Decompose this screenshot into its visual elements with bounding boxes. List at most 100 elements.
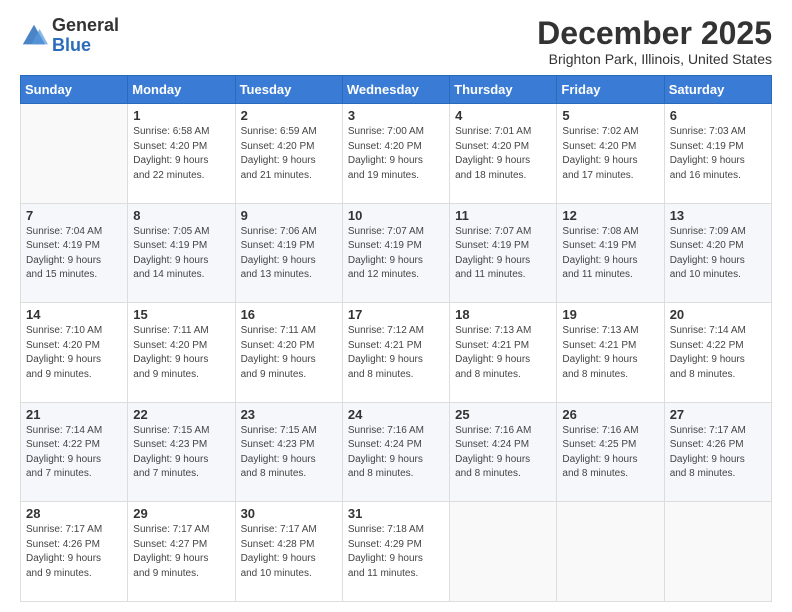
cell-info: Sunrise: 7:09 AM Sunset: 4:20 PM Dayligh…	[670, 225, 766, 283]
day-number: 6	[670, 108, 766, 123]
calendar-cell: 21Sunrise: 7:14 AM Sunset: 4:22 PM Dayli…	[21, 402, 128, 502]
calendar-cell: 31 Sunrise: 7:18 AM Sunset: 4:29 PM Dayli…	[342, 502, 449, 602]
day-number: 23	[241, 407, 337, 422]
cell-info: Sunrise: 7:13 AM Sunset: 4:21 PM Dayligh…	[455, 324, 551, 382]
cell-info: Sunrise: 7:15 AM Sunset: 4:23 PM Dayligh…	[133, 424, 229, 482]
location: Brighton Park, Illinois, United States	[537, 51, 772, 67]
calendar-cell	[664, 502, 771, 602]
cell-info: Sunrise: 6:59 AM Sunset: 4:20 PM Dayligh…	[241, 125, 337, 183]
day-number: 28	[26, 506, 122, 521]
cell-info: Sunrise: 7:05 AM Sunset: 4:19 PM Dayligh…	[133, 225, 229, 283]
logo-general-text: General	[52, 15, 119, 35]
day-number: 14	[26, 307, 122, 322]
day-number: 8	[133, 208, 229, 223]
calendar-cell: 5 Sunrise: 7:02 AM Sunset: 4:20 PM Daylig…	[557, 104, 664, 204]
day-number: 15	[133, 307, 229, 322]
cell-info: Sunrise: 7:18 AM Sunset: 4:29 PM Dayligh…	[348, 523, 444, 581]
day-number: 10	[348, 208, 444, 223]
day-number: 7	[26, 208, 122, 223]
calendar-cell: 30Sunrise: 7:17 AM Sunset: 4:28 PM Dayli…	[235, 502, 342, 602]
calendar-cell: 4 Sunrise: 7:01 AM Sunset: 4:20 PM Daylig…	[450, 104, 557, 204]
calendar-week-row: 7Sunrise: 7:04 AM Sunset: 4:19 PM Daylig…	[21, 203, 772, 303]
calendar-cell: 25 Sunrise: 7:16 AM Sunset: 4:24 PM Dayli…	[450, 402, 557, 502]
day-number: 27	[670, 407, 766, 422]
day-number: 31	[348, 506, 444, 521]
calendar-cell: 13Sunrise: 7:09 AM Sunset: 4:20 PM Dayli…	[664, 203, 771, 303]
cell-info: Sunrise: 7:00 AM Sunset: 4:20 PM Dayligh…	[348, 125, 444, 183]
cell-info: Sunrise: 7:17 AM Sunset: 4:26 PM Dayligh…	[670, 424, 766, 482]
calendar-header-row: SundayMondayTuesdayWednesdayThursdayFrid…	[21, 76, 772, 104]
cell-info: Sunrise: 7:17 AM Sunset: 4:26 PM Dayligh…	[26, 523, 122, 581]
cell-info: Sunrise: 7:03 AM Sunset: 4:19 PM Dayligh…	[670, 125, 766, 183]
title-block: December 2025 Brighton Park, Illinois, U…	[537, 16, 772, 67]
day-number: 5	[562, 108, 658, 123]
cell-info: Sunrise: 7:16 AM Sunset: 4:24 PM Dayligh…	[348, 424, 444, 482]
calendar-cell: 2 Sunrise: 6:59 AM Sunset: 4:20 PM Daylig…	[235, 104, 342, 204]
weekday-header-thursday: Thursday	[450, 76, 557, 104]
calendar-week-row: 1 Sunrise: 6:58 AM Sunset: 4:20 PM Daylig…	[21, 104, 772, 204]
calendar-week-row: 14 Sunrise: 7:10 AM Sunset: 4:20 PM Dayli…	[21, 303, 772, 403]
weekday-header-saturday: Saturday	[664, 76, 771, 104]
day-number: 21	[26, 407, 122, 422]
page: General Blue December 2025 Brighton Park…	[0, 0, 792, 612]
cell-info: Sunrise: 7:08 AM Sunset: 4:19 PM Dayligh…	[562, 225, 658, 283]
cell-info: Sunrise: 7:11 AM Sunset: 4:20 PM Dayligh…	[133, 324, 229, 382]
day-number: 26	[562, 407, 658, 422]
day-number: 22	[133, 407, 229, 422]
cell-info: Sunrise: 7:02 AM Sunset: 4:20 PM Dayligh…	[562, 125, 658, 183]
day-number: 1	[133, 108, 229, 123]
day-number: 12	[562, 208, 658, 223]
day-number: 19	[562, 307, 658, 322]
calendar-cell: 15 Sunrise: 7:11 AM Sunset: 4:20 PM Dayli…	[128, 303, 235, 403]
calendar-cell: 16 Sunrise: 7:11 AM Sunset: 4:20 PM Dayli…	[235, 303, 342, 403]
weekday-header-tuesday: Tuesday	[235, 76, 342, 104]
calendar-cell	[557, 502, 664, 602]
calendar-cell: 20 Sunrise: 7:14 AM Sunset: 4:22 PM Dayli…	[664, 303, 771, 403]
calendar-cell: 8 Sunrise: 7:05 AM Sunset: 4:19 PM Daylig…	[128, 203, 235, 303]
day-number: 3	[348, 108, 444, 123]
cell-info: Sunrise: 7:16 AM Sunset: 4:25 PM Dayligh…	[562, 424, 658, 482]
calendar-cell: 12 Sunrise: 7:08 AM Sunset: 4:19 PM Dayli…	[557, 203, 664, 303]
day-number: 9	[241, 208, 337, 223]
month-title: December 2025	[537, 16, 772, 51]
calendar-cell: 6 Sunrise: 7:03 AM Sunset: 4:19 PM Daylig…	[664, 104, 771, 204]
calendar-week-row: 21Sunrise: 7:14 AM Sunset: 4:22 PM Dayli…	[21, 402, 772, 502]
cell-info: Sunrise: 7:07 AM Sunset: 4:19 PM Dayligh…	[348, 225, 444, 283]
cell-info: Sunrise: 7:01 AM Sunset: 4:20 PM Dayligh…	[455, 125, 551, 183]
day-number: 16	[241, 307, 337, 322]
day-number: 29	[133, 506, 229, 521]
day-number: 2	[241, 108, 337, 123]
calendar-cell: 22 Sunrise: 7:15 AM Sunset: 4:23 PM Dayli…	[128, 402, 235, 502]
logo-blue-text: Blue	[52, 35, 91, 55]
weekday-header-wednesday: Wednesday	[342, 76, 449, 104]
cell-info: Sunrise: 7:10 AM Sunset: 4:20 PM Dayligh…	[26, 324, 122, 382]
cell-info: Sunrise: 6:58 AM Sunset: 4:20 PM Dayligh…	[133, 125, 229, 183]
day-number: 20	[670, 307, 766, 322]
header: General Blue December 2025 Brighton Park…	[20, 16, 772, 67]
calendar-week-row: 28 Sunrise: 7:17 AM Sunset: 4:26 PM Dayli…	[21, 502, 772, 602]
calendar-cell: 23Sunrise: 7:15 AM Sunset: 4:23 PM Dayli…	[235, 402, 342, 502]
calendar-cell: 11 Sunrise: 7:07 AM Sunset: 4:19 PM Dayli…	[450, 203, 557, 303]
cell-info: Sunrise: 7:14 AM Sunset: 4:22 PM Dayligh…	[670, 324, 766, 382]
cell-info: Sunrise: 7:13 AM Sunset: 4:21 PM Dayligh…	[562, 324, 658, 382]
day-number: 17	[348, 307, 444, 322]
cell-info: Sunrise: 7:17 AM Sunset: 4:28 PM Dayligh…	[241, 523, 337, 581]
logo-icon	[20, 22, 48, 50]
cell-info: Sunrise: 7:11 AM Sunset: 4:20 PM Dayligh…	[241, 324, 337, 382]
cell-info: Sunrise: 7:12 AM Sunset: 4:21 PM Dayligh…	[348, 324, 444, 382]
cell-info: Sunrise: 7:16 AM Sunset: 4:24 PM Dayligh…	[455, 424, 551, 482]
cell-info: Sunrise: 7:06 AM Sunset: 4:19 PM Dayligh…	[241, 225, 337, 283]
calendar-cell: 19 Sunrise: 7:13 AM Sunset: 4:21 PM Dayli…	[557, 303, 664, 403]
calendar-cell: 1 Sunrise: 6:58 AM Sunset: 4:20 PM Daylig…	[128, 104, 235, 204]
day-number: 25	[455, 407, 551, 422]
calendar-cell: 26 Sunrise: 7:16 AM Sunset: 4:25 PM Dayli…	[557, 402, 664, 502]
calendar-cell: 14 Sunrise: 7:10 AM Sunset: 4:20 PM Dayli…	[21, 303, 128, 403]
calendar-cell: 9 Sunrise: 7:06 AM Sunset: 4:19 PM Daylig…	[235, 203, 342, 303]
cell-info: Sunrise: 7:07 AM Sunset: 4:19 PM Dayligh…	[455, 225, 551, 283]
day-number: 4	[455, 108, 551, 123]
day-number: 24	[348, 407, 444, 422]
calendar-cell: 18Sunrise: 7:13 AM Sunset: 4:21 PM Dayli…	[450, 303, 557, 403]
day-number: 11	[455, 208, 551, 223]
calendar-cell	[21, 104, 128, 204]
calendar-cell: 27 Sunrise: 7:17 AM Sunset: 4:26 PM Dayli…	[664, 402, 771, 502]
